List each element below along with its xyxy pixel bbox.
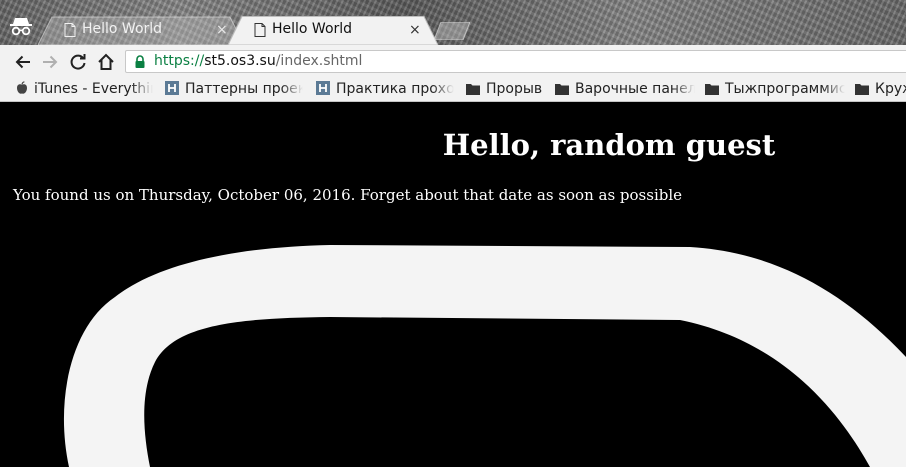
bookmark-folder-krug[interactable]: Круж xyxy=(855,81,906,99)
tab-hello-world-1[interactable]: Hello World × xyxy=(38,16,244,45)
bookmark-label: iTunes - Everythin xyxy=(34,81,153,97)
folder-icon xyxy=(555,84,569,95)
page-icon xyxy=(64,23,76,37)
bookmark-patterns[interactable]: Паттерны проек xyxy=(165,81,303,99)
incognito-icon xyxy=(10,18,32,36)
page-content: Hello, random guest You found us on Thur… xyxy=(0,102,906,467)
folder-icon xyxy=(705,84,719,95)
lock-icon[interactable] xyxy=(134,55,146,69)
browser-toolbar: https://st5.os3.su/index.shtml xyxy=(0,45,906,78)
page-icon xyxy=(254,23,266,37)
new-tab-button[interactable] xyxy=(434,22,470,40)
habr-icon xyxy=(165,81,179,95)
bookmark-label: Варочные панел xyxy=(575,81,695,97)
tab-hello-world-2[interactable]: Hello World × xyxy=(228,16,438,45)
bookmark-itunes[interactable]: iTunes - Everythin xyxy=(16,81,153,99)
bookmark-folder-hobs[interactable]: Варочные панел xyxy=(555,81,695,99)
tab-strip: Hello World × Hello World × xyxy=(0,0,906,45)
folder-icon xyxy=(466,84,480,95)
bookmark-label: Тыжпрограммис xyxy=(725,81,845,97)
habr-icon xyxy=(316,81,330,95)
url-host: st5.os3.su xyxy=(204,53,276,69)
forward-arrow-icon[interactable] xyxy=(40,52,60,72)
bookmark-folder-proryv[interactable]: Прорыв xyxy=(466,81,546,99)
url-text[interactable]: https://st5.os3.su/index.shtml xyxy=(154,53,362,69)
visit-message: You found us on Thursday, October 06, 20… xyxy=(13,186,683,204)
bookmark-label: Паттерны проек xyxy=(185,81,303,97)
reload-icon[interactable] xyxy=(68,52,88,72)
url-scheme: https:// xyxy=(154,53,205,69)
page-heading: Hello, random guest xyxy=(442,128,776,162)
bookmark-practice[interactable]: Практика прохо xyxy=(316,81,454,99)
bookmark-folder-programmer[interactable]: Тыжпрограммис xyxy=(705,81,845,99)
apple-icon xyxy=(17,81,27,94)
home-icon[interactable] xyxy=(96,52,116,72)
bookmark-label: Практика прохо xyxy=(336,81,454,97)
tab-title: Hello World xyxy=(272,21,353,37)
bookmark-label: Круж xyxy=(875,81,906,97)
url-path: /index.shtml xyxy=(275,53,363,69)
tab-close-button[interactable]: × xyxy=(216,22,228,38)
bookmarks-bar: iTunes - Everythin Паттерны проек Практи… xyxy=(0,78,906,102)
bookmark-label: Прорыв xyxy=(486,81,543,97)
tab-title: Hello World xyxy=(82,21,163,37)
folder-icon xyxy=(855,84,869,95)
tab-close-button[interactable]: × xyxy=(409,22,421,38)
address-bar[interactable]: https://st5.os3.su/index.shtml xyxy=(125,50,906,73)
back-arrow-icon[interactable] xyxy=(13,52,33,72)
